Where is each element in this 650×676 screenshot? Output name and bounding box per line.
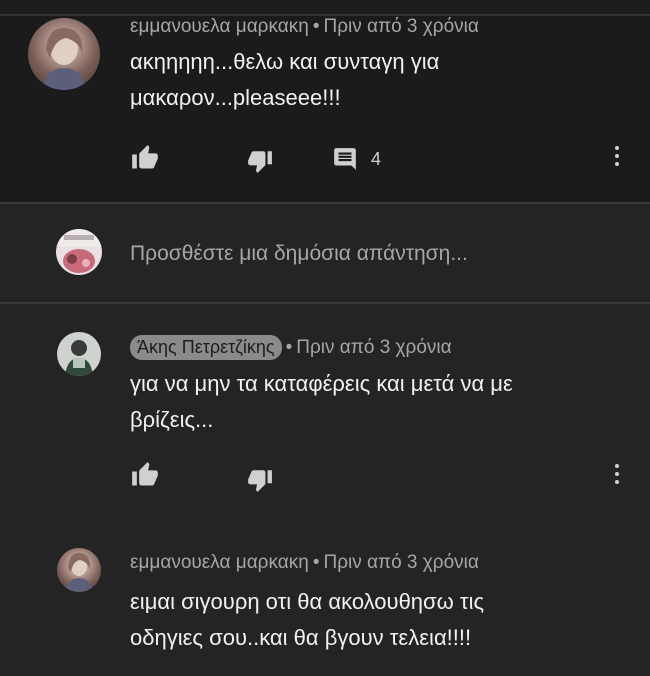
comment-meta: εμμανουελα μαρκακη • Πριν από 3 χρόνια <box>130 16 479 38</box>
comment-author[interactable]: εμμανουελα μαρκακη <box>130 552 309 573</box>
comment-text-line: ειμαι σιγουρη οτι θα ακολουθησω τις <box>130 589 485 614</box>
like-button[interactable] <box>130 144 160 172</box>
comment-actions: 4 <box>130 144 630 174</box>
comment-meta: Άκης Πετρετζίκης • Πριν από 3 χρόνια <box>130 335 452 360</box>
comment-text: για να μην τα καταφέρεις και μετά να με … <box>130 366 513 438</box>
more-vertical-icon[interactable] <box>614 146 620 170</box>
comment-author[interactable]: εμμανουελα μαρκακη <box>130 16 309 37</box>
comment-actions <box>130 461 630 493</box>
comment-text-line: για να μην τα καταφέρεις και μετά να με <box>130 371 513 396</box>
avatar <box>56 229 102 275</box>
thumbs-down-icon <box>248 151 272 173</box>
more-vertical-icon[interactable] <box>614 464 620 488</box>
dislike-button[interactable] <box>246 467 274 493</box>
comment-text-line: οδηγιες σου..και θα βγουν τελεια!!!! <box>130 625 472 650</box>
comment-item: εμμανουελα μαρκακη • Πριν από 3 χρόνια ειμ… <box>0 534 650 676</box>
comment-text-line: βρίζεις... <box>130 407 214 432</box>
meta-separator: • <box>312 552 320 573</box>
meta-separator: • <box>312 16 320 37</box>
replies-button[interactable]: 4 <box>332 146 381 172</box>
meta-separator: • <box>285 337 293 358</box>
comment-icon <box>334 148 356 170</box>
comment-text-line: μακαρον...pleaseee!!! <box>130 85 341 110</box>
comment-author[interactable]: Άκης Πετρετζίκης <box>130 335 282 360</box>
thumbs-down-icon <box>248 470 272 492</box>
comment-meta: εμμανουελα μαρκακη • Πριν από 3 χρόνια <box>130 552 479 574</box>
reply-box: Προσθέστε μια δημόσια απάντηση... <box>0 204 650 302</box>
reply-count: 4 <box>371 148 382 169</box>
dislike-button[interactable] <box>246 148 274 174</box>
comment-time[interactable]: Πριν από 3 χρόνια <box>323 16 478 37</box>
avatar[interactable] <box>28 18 100 90</box>
comment-text: ακηηηηη...θελω και συνταγη για μακαρον..… <box>130 44 439 116</box>
avatar[interactable] <box>57 332 101 376</box>
comment-item: Άκης Πετρετζίκης • Πριν από 3 χρόνια για ν… <box>0 304 650 534</box>
comment-text-line: ακηηηηη...θελω και συνταγη για <box>130 49 440 74</box>
comment-item: εμμανουελα μαρκακη • Πριν από 3 χρόνια ακη… <box>0 16 650 202</box>
comment-time[interactable]: Πριν από 3 χρόνια <box>296 337 451 358</box>
reply-input[interactable]: Προσθέστε μια δημόσια απάντηση... <box>130 242 468 266</box>
comment-text: ειμαι σιγουρη οτι θα ακολουθησω τις οδηγ… <box>130 584 484 656</box>
like-button[interactable] <box>130 461 160 489</box>
thumbs-up-icon <box>132 462 158 486</box>
thumbs-up-icon <box>132 145 158 169</box>
comment-time[interactable]: Πριν από 3 χρόνια <box>323 552 478 573</box>
avatar[interactable] <box>57 548 101 592</box>
top-strip <box>0 0 650 16</box>
